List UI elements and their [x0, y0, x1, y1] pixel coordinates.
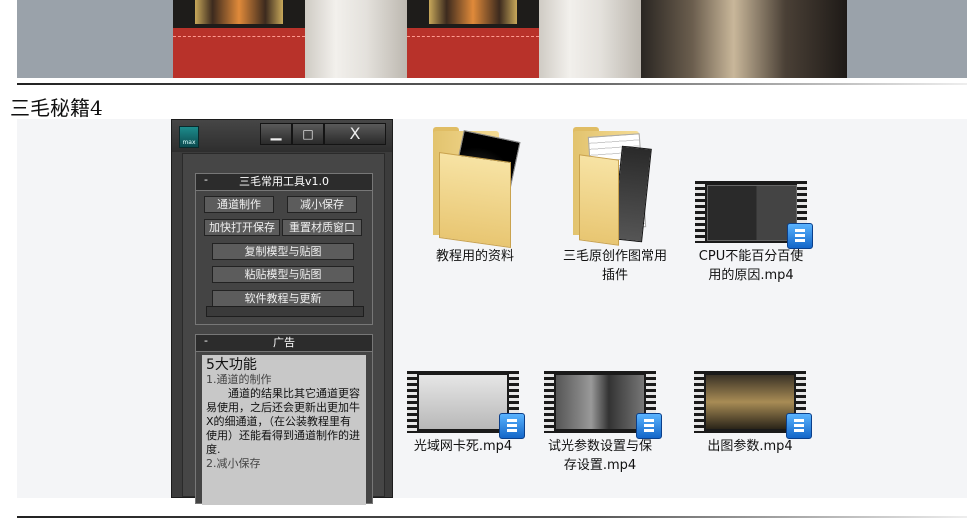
- file-name: 出图参数.mp4: [707, 439, 793, 454]
- video-icon: [544, 371, 662, 439]
- file-name: 三毛原创作图常用插件: [562, 249, 667, 283]
- close-button[interactable]: X: [324, 123, 386, 145]
- file-item-folder[interactable]: 三毛原创作图常用插件: [545, 127, 685, 285]
- file-item-video[interactable]: CPU不能百分百使用的原因.mp4: [681, 181, 821, 285]
- render-thumb: [305, 0, 407, 78]
- ad-rollout: - 广告 5大功能 1.通道的制作 通道的结果比其它通道更容易使用，之后还会更新…: [195, 333, 373, 505]
- video-icon: [694, 371, 812, 439]
- file-item-folder[interactable]: 教程用的资料: [405, 127, 545, 266]
- panel-body: - 三毛常用工具v1.0 通道制作 减小保存 加快打开保存 重置材质窗口 复制模…: [182, 153, 385, 505]
- 3dsmax-app-icon: max: [179, 126, 199, 148]
- file-name: CPU不能百分百使用的原因.mp4: [698, 249, 804, 283]
- file-name: 光域网卡死.mp4: [413, 439, 513, 454]
- file-item-video[interactable]: 出图参数.mp4: [680, 371, 820, 456]
- minimize-button[interactable]: ▁: [260, 123, 292, 145]
- video-icon: [695, 181, 813, 249]
- video-icon: [407, 371, 525, 439]
- progress-bar: [206, 306, 364, 317]
- render-thumb: [539, 0, 641, 78]
- divider: [17, 83, 967, 85]
- ad-item: 2.减小保存: [206, 457, 261, 470]
- section-title: 三毛秘籍4: [10, 96, 103, 120]
- file-item-video[interactable]: 试光参数设置与保存设置.mp4: [530, 371, 670, 475]
- paste-model-button[interactable]: 粘贴模型与贴图: [212, 266, 354, 283]
- tool-panel-window: max ▁ □ X - 三毛常用工具v1.0 通道制作 减小保存 加快打开保存 …: [171, 119, 393, 505]
- window-titlebar[interactable]: max ▁ □ X: [172, 120, 392, 152]
- render-thumb: [407, 0, 539, 78]
- rollout-title: 广告: [273, 336, 295, 349]
- rollout-header[interactable]: - 三毛常用工具v1.0: [196, 172, 372, 191]
- copy-model-button[interactable]: 复制模型与贴图: [212, 243, 354, 260]
- file-name: 教程用的资料: [435, 249, 514, 264]
- collapse-toggle[interactable]: -: [204, 172, 208, 188]
- ad-textbox: 5大功能 1.通道的制作 通道的结果比其它通道更容易使用，之后还会更新出更加牛X…: [202, 355, 366, 505]
- interior-render-strip: [173, 0, 847, 78]
- ad-paragraph: 通道的结果比其它通道更容易使用，之后还会更新出更加牛X的细通道，（在公装教程里有…: [206, 387, 360, 456]
- rollout-header[interactable]: - 广告: [196, 333, 372, 352]
- reduce-save-button[interactable]: 减小保存: [287, 196, 357, 213]
- tutorial-update-button[interactable]: 软件教程与更新: [212, 290, 354, 307]
- folder-icon: [433, 127, 521, 249]
- top-banner-image: [17, 0, 967, 78]
- ad-headline: 5大功能: [206, 357, 257, 373]
- fast-open-save-button[interactable]: 加快打开保存: [204, 219, 280, 236]
- channel-button[interactable]: 通道制作: [204, 196, 274, 213]
- folder-icon: [573, 127, 657, 246]
- collapse-toggle[interactable]: -: [204, 333, 208, 349]
- reset-material-button[interactable]: 重置材质窗口: [282, 219, 362, 236]
- divider: [17, 516, 967, 518]
- maximize-button[interactable]: □: [292, 123, 324, 145]
- ad-item: 1.通道的制作: [206, 373, 272, 386]
- file-item-video[interactable]: 光域网卡死.mp4: [393, 371, 533, 456]
- rollout-title: 三毛常用工具v1.0: [238, 175, 329, 188]
- render-thumb: [641, 0, 847, 78]
- tools-rollout: - 三毛常用工具v1.0 通道制作 减小保存 加快打开保存 重置材质窗口 复制模…: [195, 173, 373, 325]
- file-name: 试光参数设置与保存设置.mp4: [547, 439, 652, 473]
- render-thumb: [173, 0, 305, 78]
